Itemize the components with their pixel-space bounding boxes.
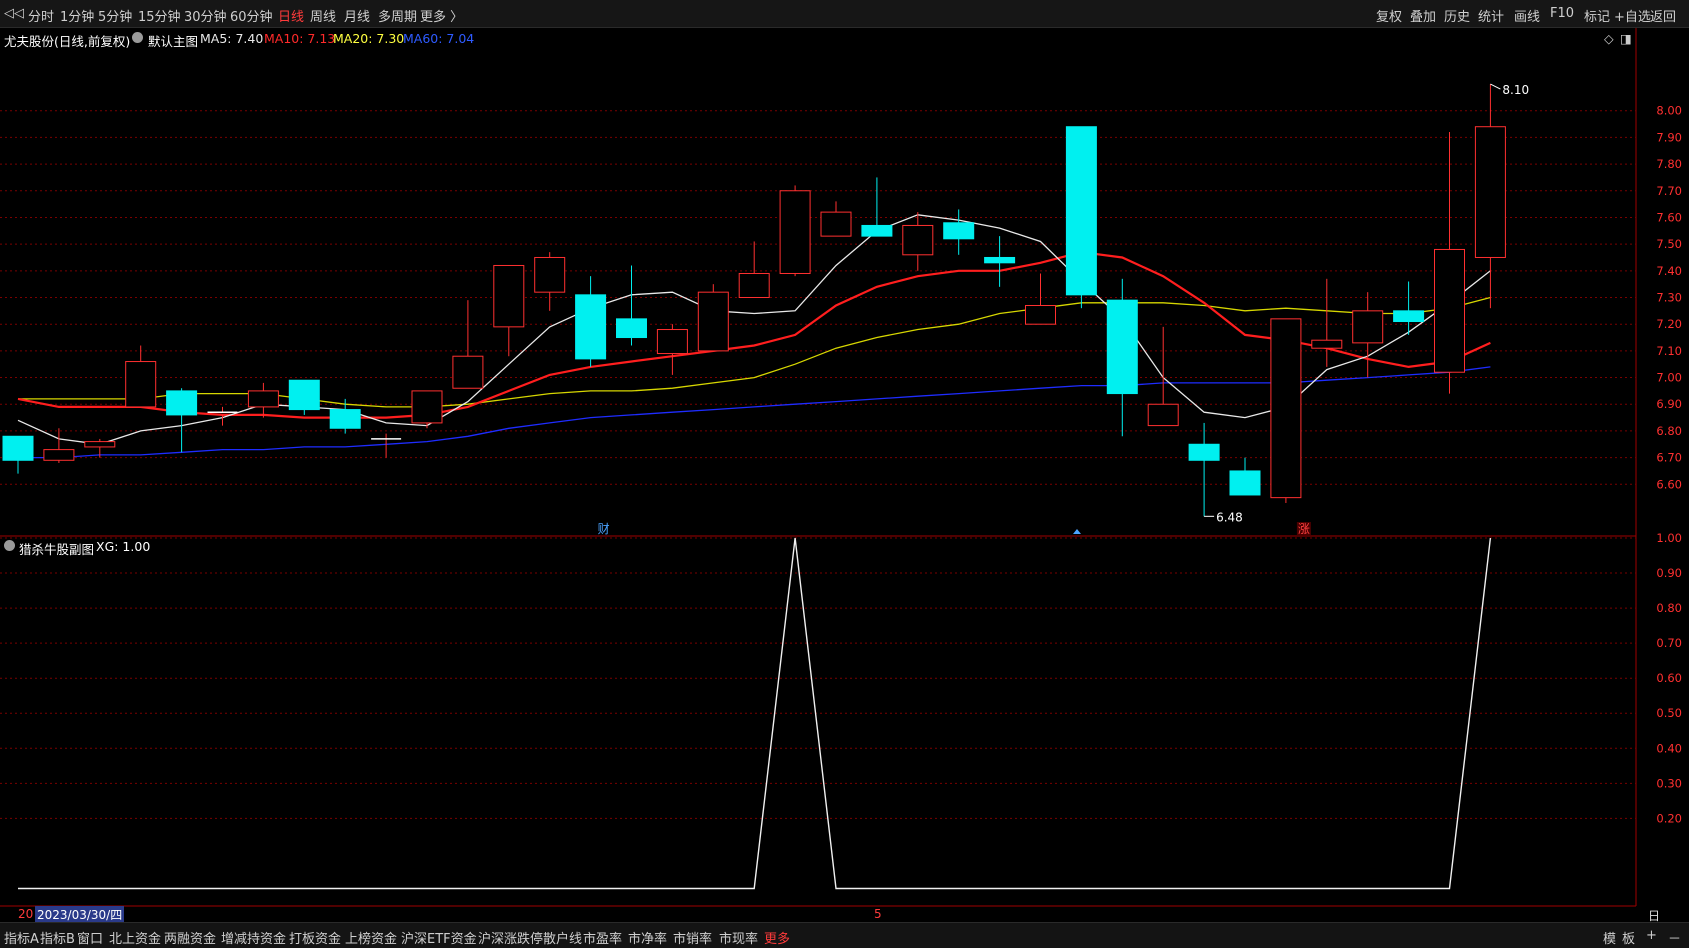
candle-body-down — [861, 224, 893, 237]
candle-body-up — [1434, 248, 1465, 373]
bottom-right-control-1[interactable]: 板 — [1622, 928, 1635, 947]
price-tick-label: 7.70 — [1656, 184, 1682, 198]
candle-body-up — [493, 264, 525, 328]
date-prefix: 20 — [18, 907, 34, 921]
indicator-tab-3[interactable]: 北上资金 — [109, 928, 161, 947]
candle-body-up — [43, 449, 75, 461]
price-tick-label: 8.00 — [1656, 104, 1682, 118]
price-tick-label: 7.10 — [1656, 344, 1682, 358]
indicator-tab-0[interactable]: 指标A — [4, 928, 39, 947]
candle-body-down — [166, 390, 198, 416]
candle-body-up — [1474, 126, 1506, 258]
indicator-tab-5[interactable]: 增减持资金 — [221, 928, 286, 947]
indicator-tick-label: 0.70 — [1656, 636, 1682, 650]
indicator-tick-label: 0.40 — [1656, 741, 1682, 755]
candle-body-up — [411, 390, 443, 424]
candle-body-down — [2, 435, 34, 461]
price-tick-label: 7.20 — [1656, 317, 1682, 331]
finance-marker: 财 — [598, 522, 610, 536]
indicator-tab-14[interactable]: 市现率 — [719, 928, 758, 947]
bottom-right-control-0[interactable]: 模 — [1603, 928, 1616, 947]
candle-body-up — [1311, 339, 1343, 349]
candle-body-down — [984, 256, 1016, 264]
indicator-tab-11[interactable]: 市盈率 — [583, 928, 622, 947]
indicator-tick-label: 0.80 — [1656, 601, 1682, 615]
candle-body-down — [1229, 470, 1261, 496]
price-tick-label: 6.80 — [1656, 424, 1682, 438]
price-tick-label: 7.50 — [1656, 237, 1682, 251]
price-tick-label: 7.80 — [1656, 157, 1682, 171]
stock-chart[interactable]: 8.00 7.90 7.80 7.70 7.60 7.50 7.40 7.30 7.20 7.10… — [0, 0, 1689, 948]
indicator-tab-6[interactable]: 打板资金 — [289, 928, 341, 947]
indicator-tick-label: 1.00 — [1656, 531, 1682, 545]
price-tick-label: 7.00 — [1656, 371, 1682, 385]
price-tick-label: 7.30 — [1656, 291, 1682, 305]
indicator-tab-13[interactable]: 市销率 — [673, 928, 712, 947]
indicator-tab-10[interactable]: 散户线 — [543, 928, 582, 947]
date-axis: 20 2023/03/30/四 5 日线 — [0, 906, 1660, 940]
xg-indicator-line — [18, 537, 1492, 890]
candle-body-down — [1106, 299, 1138, 395]
indicator-tab-8[interactable]: 沪深ETF资金 — [401, 928, 477, 947]
price-tick-label: 6.60 — [1656, 477, 1682, 491]
candle-body-down — [329, 409, 361, 429]
candle-body-down — [1393, 310, 1425, 323]
indicator-tick-label: 0.20 — [1656, 811, 1682, 825]
price-tick-label: 7.90 — [1656, 130, 1682, 144]
candle-body-down — [1188, 443, 1220, 461]
low-price-label: 6.48 — [1216, 510, 1243, 524]
indicator-tab-2[interactable]: 窗口 — [77, 928, 103, 947]
candle-body-up — [534, 256, 566, 293]
up-triangle-marker — [1073, 529, 1081, 534]
date-mid-label: 5 — [874, 907, 882, 921]
candle-body-up — [902, 224, 934, 256]
candle-body-up — [1147, 403, 1179, 427]
price-tick-label: 7.60 — [1656, 210, 1682, 224]
candle-body-up — [779, 190, 811, 274]
candle-body-up — [656, 329, 688, 355]
indicator-tick-label: 0.30 — [1656, 776, 1682, 790]
indicator-tick-label: 0.60 — [1656, 671, 1682, 685]
candle-body-down — [575, 294, 607, 360]
price-tick-label: 6.90 — [1656, 397, 1682, 411]
candle-body-up — [247, 390, 279, 408]
candle-body-up — [84, 441, 116, 448]
candle-body-up — [697, 291, 729, 352]
candle-body-down — [288, 379, 320, 411]
bottom-right-control-3[interactable]: － — [1668, 928, 1681, 947]
candle-body-down — [1065, 126, 1097, 296]
indicator-tick-label: 0.50 — [1656, 706, 1682, 720]
candle-body-up — [820, 211, 852, 237]
candle-body-up — [738, 272, 770, 299]
indicator-tab-7[interactable]: 上榜资金 — [345, 928, 397, 947]
indicator-tab-12[interactable]: 市净率 — [628, 928, 667, 947]
indicator-tab-9[interactable]: 沪深涨跌停 — [478, 928, 543, 947]
candle-body-up — [1270, 318, 1302, 499]
indicator-tab-15[interactable]: 更多 — [764, 928, 790, 947]
indicator-tab-4[interactable]: 两融资金 — [164, 928, 216, 947]
candle-body-up — [125, 361, 157, 408]
price-tick-label: 6.70 — [1656, 451, 1682, 465]
candle-body-down — [943, 222, 975, 240]
indicator-tabbar: 指标A 指标B 窗口 北上资金 两融资金 增减持资金 打板资金 上榜资金 沪深ETF资金 沪深涨跌… — [0, 922, 1689, 948]
high-pointer — [1490, 83, 1501, 90]
indicator-tab-1[interactable]: 指标B — [40, 928, 75, 947]
candle-body-up — [1025, 305, 1056, 325]
limit-up-marker: 涨 — [1298, 521, 1310, 536]
indicator-tick-label: 0.90 — [1656, 566, 1682, 580]
bottom-right-control-2[interactable]: + — [1646, 928, 1657, 943]
price-tick-label: 7.40 — [1656, 264, 1682, 278]
candle-body-up — [1352, 310, 1384, 344]
high-price-label: 8.10 — [1502, 83, 1529, 97]
candle-body-up — [452, 355, 484, 389]
candle-body-down — [616, 318, 647, 339]
cursor-date: 2023/03/30/四 — [35, 906, 125, 923]
